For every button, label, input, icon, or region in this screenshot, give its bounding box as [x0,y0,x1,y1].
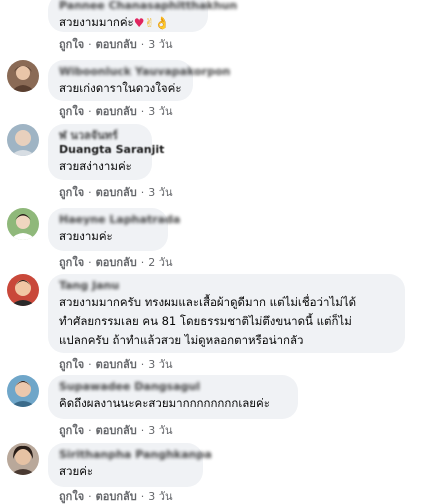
comment-time[interactable]: 3 วัน [148,186,172,199]
comment-actions: ถูกใจ · ตอบกลับ · 3 วัน [59,358,173,371]
comment-actions: ถูกใจ · ตอบกลับ · 3 วัน [59,424,173,437]
comment-text: สวยงามค่ะ [59,229,113,243]
comment-text: สวยสง่างามค่ะ [59,159,132,173]
comment-bubble: Haeyne Laphatrada สวยงามค่ะ [48,208,180,251]
comment-author-line[interactable]: ฬ นวลจันทร์ [59,129,141,143]
like-link[interactable]: ถูกใจ [59,424,84,437]
reply-link[interactable]: ตอบกลับ [96,358,137,371]
avatar[interactable] [7,274,39,306]
heart-emoji-icon: ♥ [133,16,145,30]
like-link[interactable]: ถูกใจ [59,186,84,199]
comment-bubble: Wiboonluck Yauvapakorpon สวยเก่งดาราในดว… [48,60,230,101]
reply-link[interactable]: ตอบกลับ [96,490,137,503]
comment-bubble: Sirithanpha Panghkanpa สวยค่ะ [48,443,212,487]
like-link[interactable]: ถูกใจ [59,490,84,503]
reply-link[interactable]: ตอบกลับ [96,256,137,269]
comment-bubble: ฬ นวลจันทร์ Duangta Saranjit สวยสง่างามค… [48,124,164,180]
avatar[interactable] [7,208,39,240]
comment-text: คิดถึงผลงานนะคะสวยมากกกกกกกกเลยค่ะ [59,396,270,410]
comment-actions: ถูกใจ · ตอบกลับ · 2 วัน [59,256,173,269]
comment-time[interactable]: 3 วัน [148,358,172,371]
reply-link[interactable]: ตอบกลับ [96,186,137,199]
comment-text: สวยเก่งดาราในดวงใจค่ะ [59,81,182,95]
comment-time[interactable]: 3 วัน [148,424,172,437]
comment-bubble: Supawadee Dangsagul คิดถึงผลงานนะคะสวยมา… [48,375,298,419]
comment-author[interactable]: Pannee Chanasaphitthakhun [59,0,237,13]
avatar[interactable] [7,443,39,475]
like-link[interactable]: ถูกใจ [59,105,84,118]
like-link[interactable]: ถูกใจ [59,358,84,371]
reply-link[interactable]: ตอบกลับ [96,105,137,118]
avatar[interactable] [7,375,39,407]
comment-author[interactable]: Wiboonluck Yauvapakorpon [59,65,230,79]
avatar[interactable] [7,60,39,92]
reply-link[interactable]: ตอบกลับ [96,38,137,51]
comment-author[interactable]: Supawadee Dangsagul [59,380,287,394]
comment-actions: ถูกใจ · ตอบกลับ · 3 วัน [59,490,173,503]
like-link[interactable]: ถูกใจ [59,38,84,51]
comment-text: สวยค่ะ [59,464,94,478]
victory-hand-icon: ✌ [144,16,155,30]
comment-time[interactable]: 3 วัน [148,105,172,118]
comment-author[interactable]: Tang Janu [59,279,394,293]
avatar[interactable] [7,124,39,156]
comment-actions: ถูกใจ · ตอบกลับ · 3 วัน [59,38,173,51]
comment-bubble: Tang Janu สวยงามมากครับ ทรงผมและเสื้อผ้า… [48,274,405,353]
comment-time[interactable]: 3 วัน [148,38,172,51]
comment-time[interactable]: 2 วัน [148,256,172,269]
comment-author[interactable]: Duangta Saranjit [59,143,164,157]
comment-text: สวยงามมากค่ะ♥✌👌 [59,15,170,30]
comment-actions: ถูกใจ · ตอบกลับ · 3 วัน [59,105,173,118]
reply-link[interactable]: ตอบกลับ [96,424,137,437]
comment-text: สวยงามมากครับ ทรงผมและเสื้อผ้าดูดีมาก แต… [59,295,357,347]
comment-author[interactable]: Sirithanpha Panghkanpa [59,448,212,462]
comment-bubble: Pannee Chanasaphitthakhun สวยงามมากค่ะ♥✌… [48,0,237,32]
comment-actions: ถูกใจ · ตอบกลับ · 3 วัน [59,186,173,199]
comment-time[interactable]: 3 วัน [148,490,172,503]
ok-hand-icon: 👌 [154,16,170,30]
like-link[interactable]: ถูกใจ [59,256,84,269]
comment-author[interactable]: Haeyne Laphatrada [59,213,180,227]
